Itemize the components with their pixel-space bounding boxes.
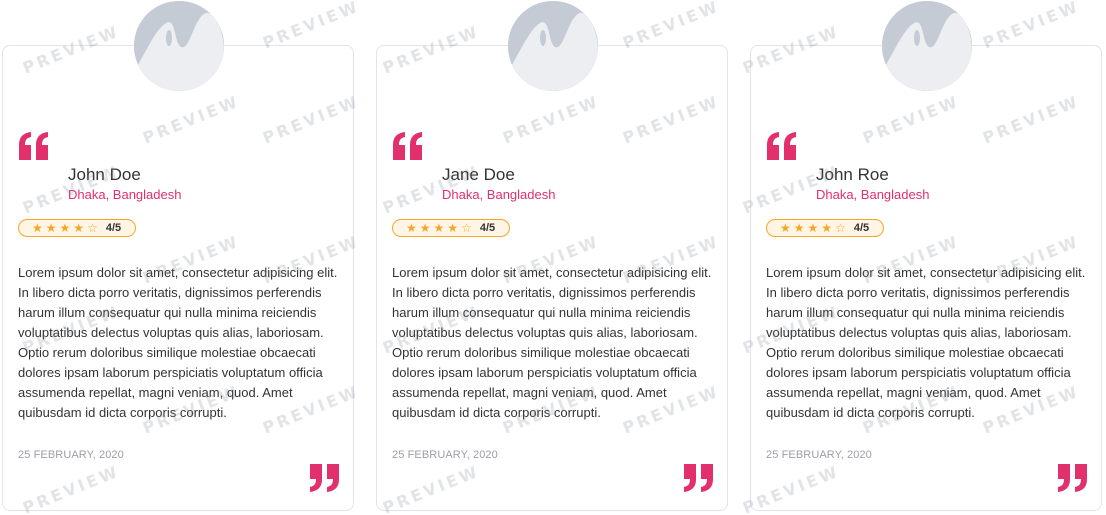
star-filled-icon: ★ xyxy=(406,221,417,235)
quote-close-icon xyxy=(684,464,713,492)
testimonial-text: Lorem ipsum dolor sit amet, consectetur … xyxy=(392,265,712,420)
reviewer-name: Jane Doe xyxy=(442,165,515,184)
star-empty-icon: ☆ xyxy=(835,221,846,235)
star-filled-icon: ★ xyxy=(447,221,459,235)
star-filled-icon: ★ xyxy=(32,221,43,235)
testimonial-date: 25 FEBRUARY, 2020 xyxy=(392,449,498,461)
testimonial-card: John Doe Dhaka, Bangladesh ★ ★ ★ ★ ☆ 4/5… xyxy=(2,1,354,511)
star-empty-icon: ☆ xyxy=(461,221,472,235)
star-filled-icon: ★ xyxy=(419,221,431,235)
avatar xyxy=(134,1,224,91)
rating-badge: ★ ★ ★ ★ ☆ 4/5 xyxy=(18,219,137,237)
testimonials-section: John Doe Dhaka, Bangladesh ★ ★ ★ ★ ☆ 4/5… xyxy=(0,0,1106,515)
avatar xyxy=(882,1,972,91)
testimonial-text: Lorem ipsum dolor sit amet, consectetur … xyxy=(18,265,338,420)
rating-badge: ★ ★ ★ ★ ☆ 4/5 xyxy=(392,219,511,237)
star-filled-icon: ★ xyxy=(793,221,805,235)
quote-close-icon xyxy=(310,464,339,492)
image-placeholder-icon xyxy=(882,1,972,91)
star-filled-icon: ★ xyxy=(807,221,819,235)
quote-open-icon xyxy=(767,132,796,160)
reviewer-location: Dhaka, Bangladesh xyxy=(816,187,930,202)
star-filled-icon: ★ xyxy=(821,221,833,235)
quote-close-icon xyxy=(1058,464,1087,492)
image-placeholder-icon xyxy=(508,1,598,91)
testimonial-date: 25 FEBRUARY, 2020 xyxy=(18,449,124,461)
testimonial-date: 25 FEBRUARY, 2020 xyxy=(766,449,872,461)
quote-open-icon xyxy=(393,132,422,160)
star-filled-icon: ★ xyxy=(73,221,85,235)
rating-value: 4/5 xyxy=(105,222,122,234)
star-filled-icon: ★ xyxy=(45,221,57,235)
rating-badge: ★ ★ ★ ★ ☆ 4/5 xyxy=(766,219,885,237)
reviewer-name: John Roe xyxy=(816,165,889,184)
reviewer-location: Dhaka, Bangladesh xyxy=(442,187,556,202)
rating-value: 4/5 xyxy=(479,222,496,234)
reviewer-name: John Doe xyxy=(68,165,141,184)
testimonial-card: John Roe Dhaka, Bangladesh ★ ★ ★ ★ ☆ 4/5… xyxy=(750,1,1102,511)
quote-open-icon xyxy=(19,132,48,160)
testimonial-text: Lorem ipsum dolor sit amet, consectetur … xyxy=(766,265,1086,420)
star-filled-icon: ★ xyxy=(433,221,445,235)
reviewer-location: Dhaka, Bangladesh xyxy=(68,187,182,202)
rating-value: 4/5 xyxy=(853,222,870,234)
star-filled-icon: ★ xyxy=(59,221,71,235)
testimonial-card: Jane Doe Dhaka, Bangladesh ★ ★ ★ ★ ☆ 4/5… xyxy=(376,1,728,511)
image-placeholder-icon xyxy=(134,1,224,91)
star-filled-icon: ★ xyxy=(780,221,791,235)
star-empty-icon: ☆ xyxy=(87,221,98,235)
avatar xyxy=(508,1,598,91)
